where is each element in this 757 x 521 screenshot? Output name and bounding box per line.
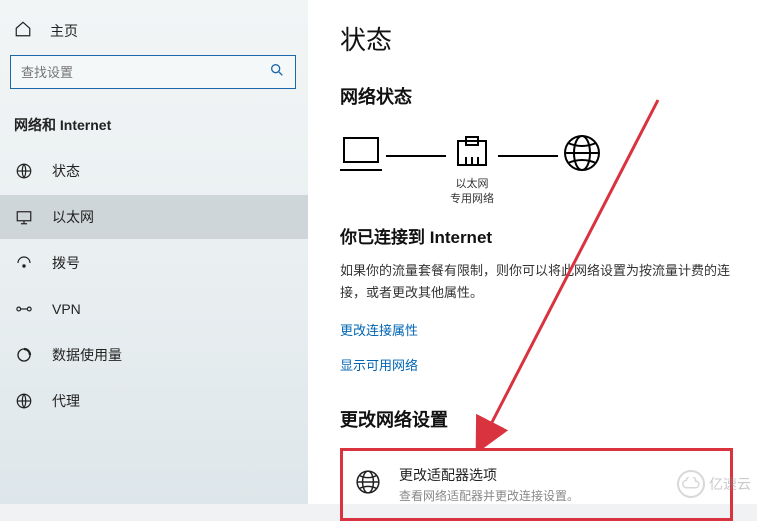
search-icon: [269, 62, 285, 83]
home-icon: [14, 20, 32, 41]
sidebar-item-proxy[interactable]: 代理: [0, 379, 308, 423]
search-input[interactable]: [21, 65, 269, 80]
connected-body: 如果你的流量套餐有限制，则你可以将此网络设置为按流量计费的连接，或者更改其他属性…: [340, 254, 757, 310]
adapter-subtitle: 查看网络适配器并更改连接设置。: [399, 487, 579, 504]
link-show-available-networks[interactable]: 显示可用网络: [340, 345, 757, 380]
sidebar-item-label: 以太网: [52, 207, 94, 227]
sidebar-item-label: 数据使用量: [52, 345, 122, 365]
change-network-settings-heading: 更改网络设置: [340, 398, 757, 438]
search-input-wrapper[interactable]: [10, 55, 296, 89]
sidebar-item-label: VPN: [52, 301, 81, 317]
diagram-ethernet-label1: 以太网: [456, 178, 489, 190]
sidebar-item-label: 状态: [52, 161, 80, 181]
home-link[interactable]: 主页: [0, 10, 308, 55]
main-panel: 状态 网络状态 以太网 专用网络 你已连接到 Internet 如果你: [308, 0, 757, 504]
diagram-line: [386, 155, 446, 157]
sidebar-section-title: 网络和 Internet: [0, 97, 308, 147]
datausage-icon: [14, 345, 34, 365]
diagram-ethernet-node: 以太网 专用网络: [450, 135, 494, 209]
globe-icon: [562, 133, 602, 173]
ethernet-port-icon: [454, 135, 490, 171]
ethernet-icon: [14, 207, 34, 227]
settings-sidebar: 主页 网络和 Internet 状态 以太网 拨号 VPN: [0, 0, 308, 504]
page-title: 状态: [340, 16, 757, 75]
proxy-icon: [14, 391, 34, 411]
pc-icon: [340, 134, 382, 172]
adapter-globe-icon: [353, 467, 383, 497]
diagram-ethernet-label2: 专用网络: [450, 193, 494, 205]
diagram-globe: [562, 133, 602, 211]
dialup-icon: [14, 253, 34, 273]
sidebar-item-ethernet[interactable]: 以太网: [0, 195, 308, 239]
sidebar-item-label: 代理: [52, 391, 80, 411]
link-change-connection-properties[interactable]: 更改连接属性: [340, 310, 757, 345]
status-icon: [14, 161, 34, 181]
sidebar-item-label: 拨号: [52, 253, 80, 273]
diagram-pc: [340, 134, 382, 210]
sidebar-item-status[interactable]: 状态: [0, 149, 308, 193]
sidebar-item-vpn[interactable]: VPN: [0, 287, 308, 331]
network-status-heading: 网络状态: [340, 75, 757, 115]
adapter-title: 更改适配器选项: [399, 465, 579, 485]
diagram-line: [498, 155, 558, 157]
watermark-icon: [677, 470, 705, 498]
sidebar-item-dialup[interactable]: 拨号: [0, 241, 308, 285]
vpn-icon: [14, 299, 34, 319]
watermark-text: 亿速云: [709, 474, 751, 494]
sidebar-item-datausage[interactable]: 数据使用量: [0, 333, 308, 377]
watermark: 亿速云: [677, 470, 751, 498]
connected-heading: 你已连接到 Internet: [340, 215, 757, 254]
change-adapter-options[interactable]: 更改适配器选项 查看网络适配器并更改连接设置。: [340, 448, 733, 521]
home-label: 主页: [50, 21, 78, 41]
network-diagram: 以太网 专用网络: [340, 115, 757, 215]
